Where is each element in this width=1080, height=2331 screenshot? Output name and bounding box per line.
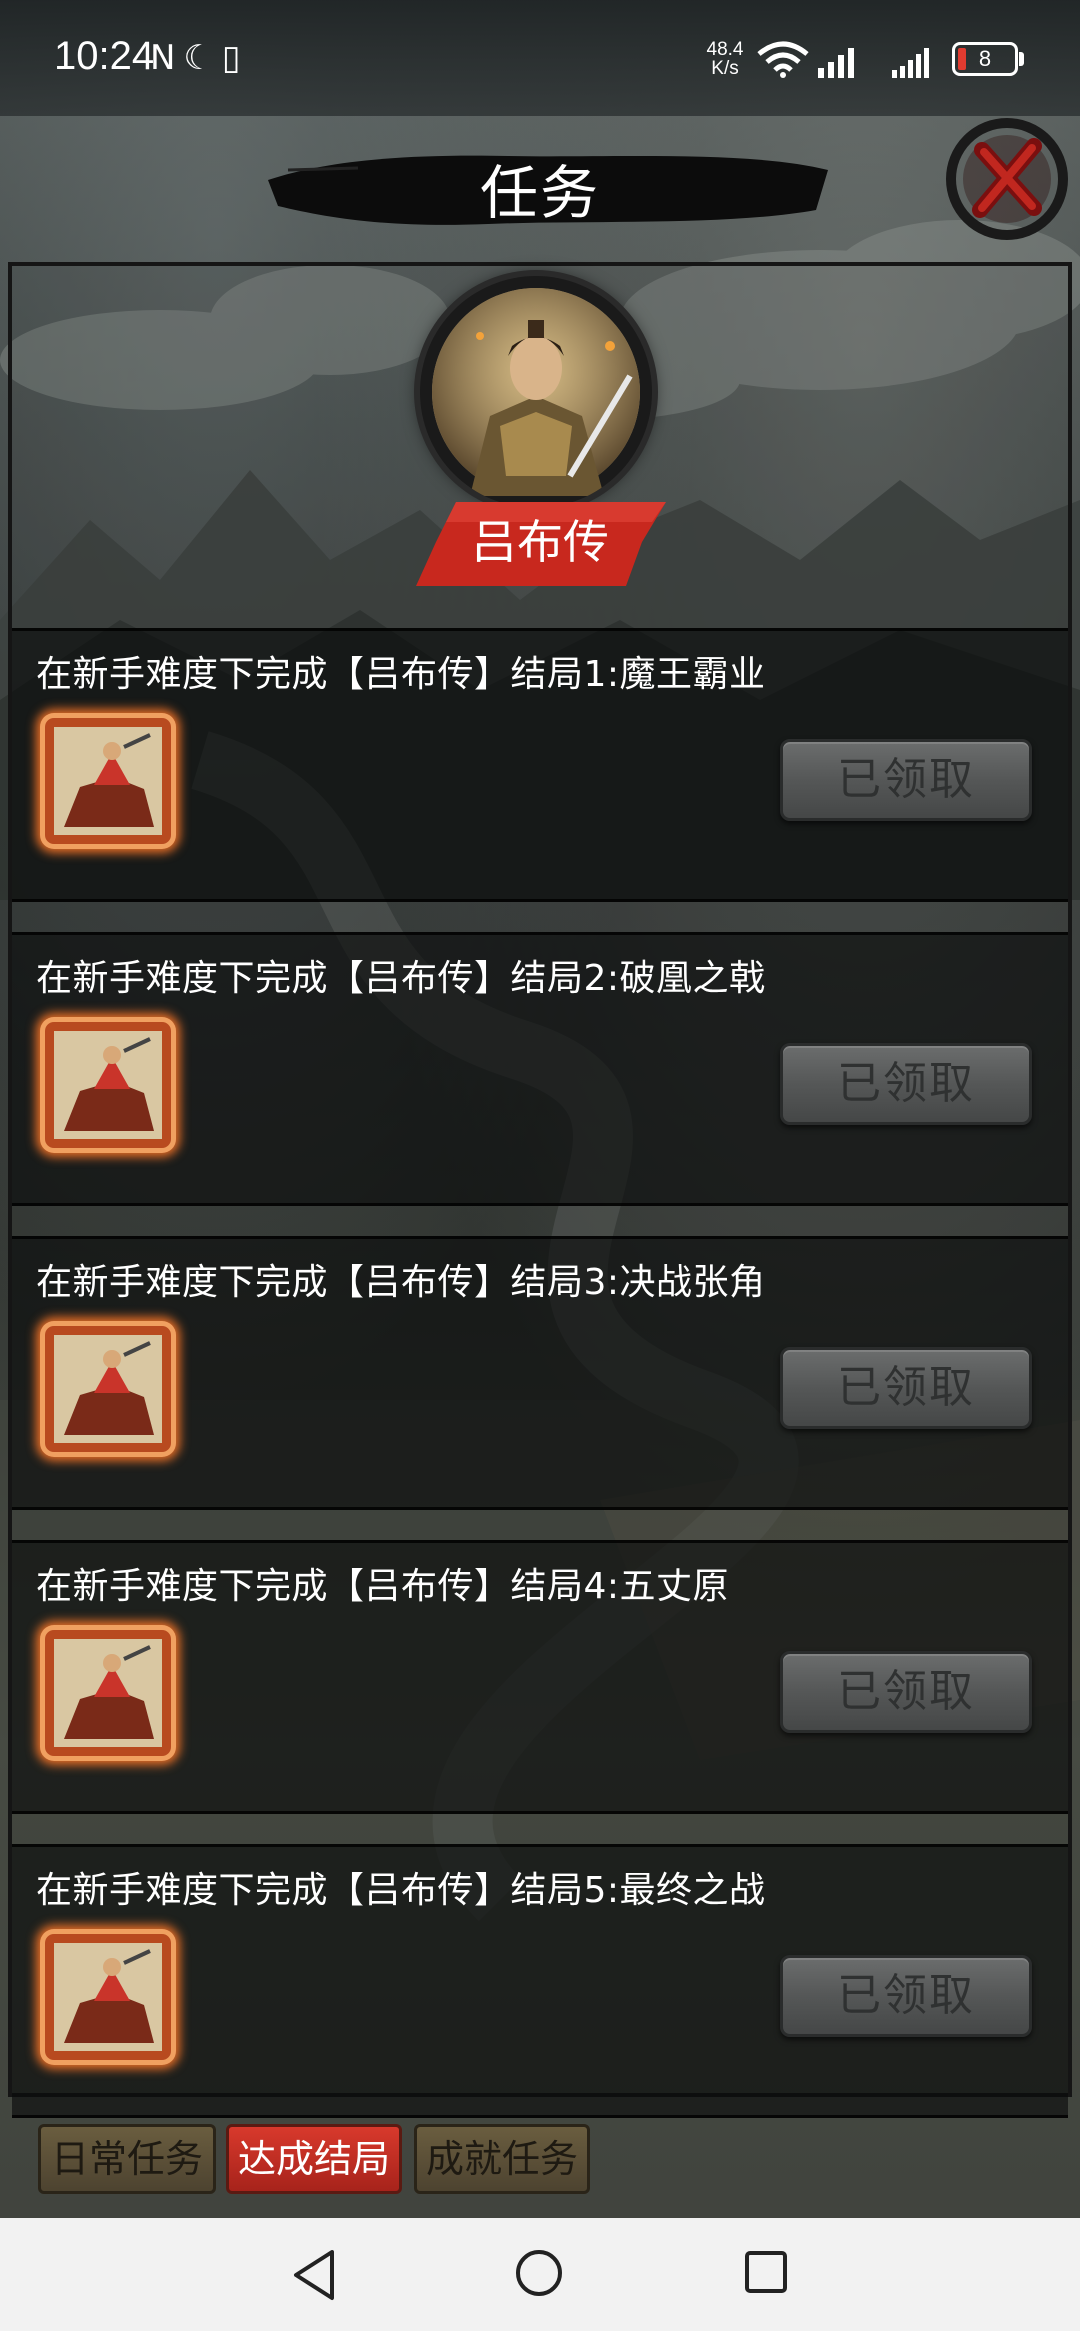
cavalry-general-icon: [54, 1335, 162, 1443]
battery-icon: 8: [952, 42, 1018, 76]
task-description: 在新手难度下完成【吕布传】结局2:破凰之戟: [36, 958, 766, 999]
task-description: 在新手难度下完成【吕布传】结局3:决战张角: [36, 1262, 766, 1303]
navigation-bar: [0, 2218, 1080, 2331]
claimed-button[interactable]: 已领取: [780, 1043, 1032, 1125]
task-row: 在新手难度下完成【吕布传】结局1:魔王霸业 已领取: [12, 628, 1068, 902]
close-button[interactable]: [944, 116, 1070, 242]
hero-portrait: [420, 276, 652, 508]
network-speed-value: 48.4: [706, 39, 744, 60]
status-indicator-icons: N☾▯: [150, 38, 249, 78]
battery-cap: [1019, 52, 1024, 66]
signal-icon-2: [892, 48, 929, 78]
task-description: 在新手难度下完成【吕布传】结局5:最终之战: [36, 1870, 766, 1911]
claimed-button[interactable]: 已领取: [780, 1347, 1032, 1429]
cavalry-general-icon: [54, 727, 162, 835]
task-row: 在新手难度下完成【吕布传】结局4:五丈原 已领取: [12, 1540, 1068, 1814]
task-row: 在新手难度下完成【吕布传】结局5:最终之战 已领取: [12, 1844, 1068, 2118]
task-description: 在新手难度下完成【吕布传】结局1:魔王霸业: [36, 654, 766, 695]
claimed-button[interactable]: 已领取: [780, 739, 1032, 821]
tab-achieved-endings[interactable]: 达成结局: [226, 2124, 402, 2194]
signal-icon: [818, 48, 854, 78]
task-description: 在新手难度下完成【吕布传】结局4:五丈原: [36, 1566, 730, 1607]
claimed-button[interactable]: 已领取: [780, 1955, 1032, 2037]
reward-item[interactable]: [40, 1625, 176, 1761]
network-speed-unit: K/s: [711, 58, 739, 79]
status-bar: 10:24 N☾▯ 48.4 K/s 8: [0, 0, 1080, 116]
task-row: 在新手难度下完成【吕布传】结局3:决战张角 已领取: [12, 1236, 1068, 1510]
circle-home-icon[interactable]: [514, 2248, 564, 2298]
tab-achievement-tasks[interactable]: 成就任务: [414, 2124, 590, 2194]
task-row: 在新手难度下完成【吕布传】结局2:破凰之戟 已领取: [12, 932, 1068, 1206]
hero-name: 吕布传: [471, 515, 609, 569]
hero-portrait-image: [432, 288, 640, 496]
wifi-icon: [757, 41, 809, 78]
status-time: 10:24: [54, 34, 155, 78]
reward-item[interactable]: [40, 1929, 176, 2065]
cavalry-general-icon: [54, 1031, 162, 1139]
page-title: 任务: [479, 159, 600, 227]
claimed-button[interactable]: 已领取: [780, 1651, 1032, 1733]
tab-daily-tasks[interactable]: 日常任务: [38, 2124, 216, 2194]
reward-item[interactable]: [40, 1321, 176, 1457]
cavalry-general-icon: [54, 1639, 162, 1747]
triangle-back-icon[interactable]: [290, 2248, 340, 2302]
cavalry-general-icon: [54, 1943, 162, 2051]
square-recent-icon[interactable]: [744, 2250, 788, 2294]
network-speed: 48.4 K/s: [700, 40, 750, 78]
reward-item[interactable]: [40, 1017, 176, 1153]
battery-percent: 8: [978, 46, 992, 71]
reward-item[interactable]: [40, 713, 176, 849]
